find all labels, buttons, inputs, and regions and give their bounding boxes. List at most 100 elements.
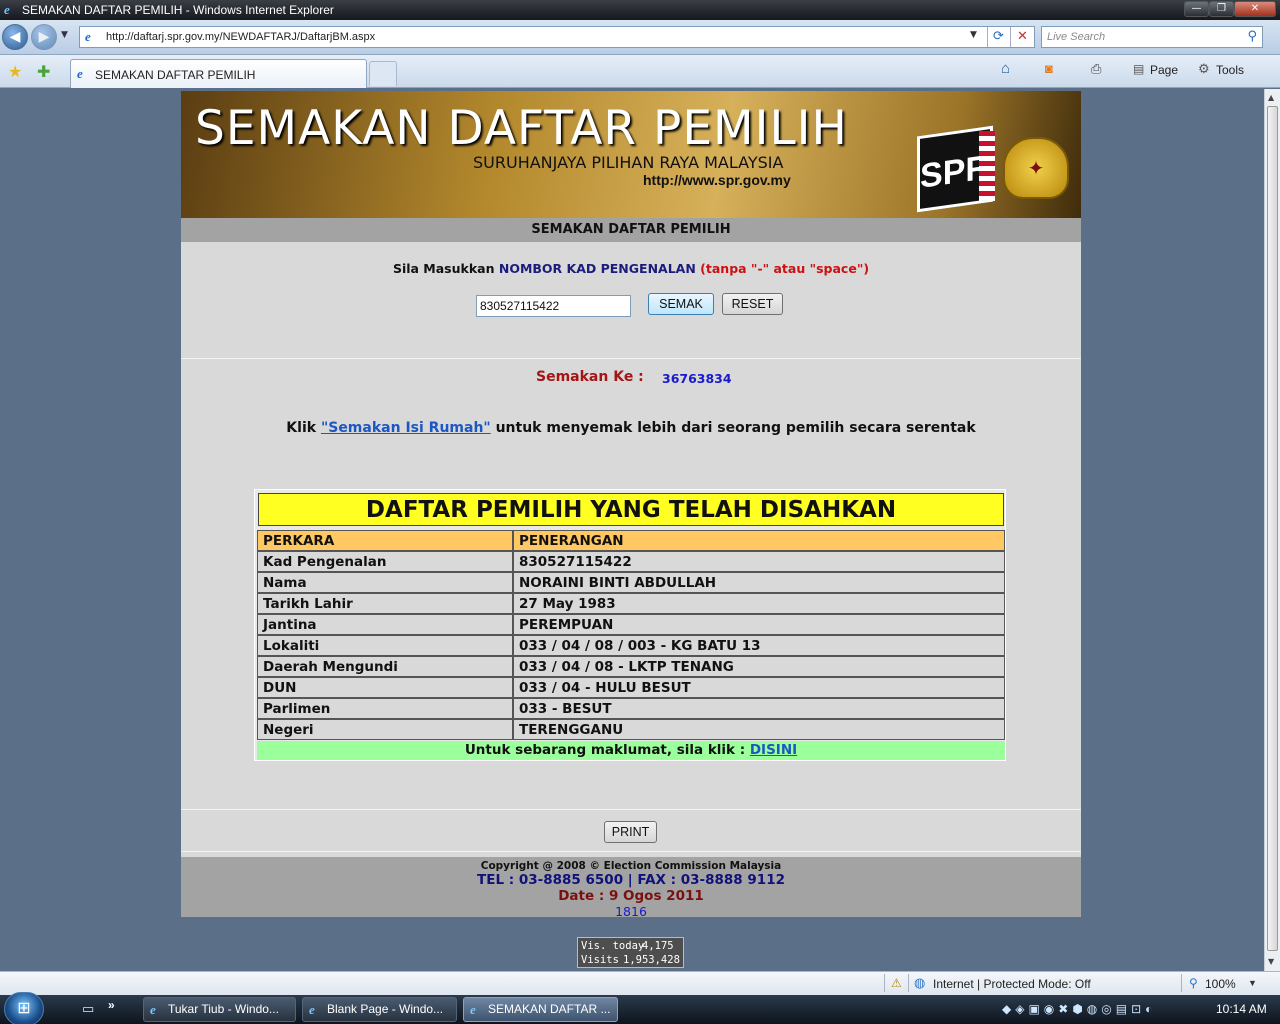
page-menu[interactable]: Page [1150, 63, 1178, 77]
prompt-hint: (tanpa "-" atau "space") [700, 261, 870, 276]
back-arrow-icon[interactable]: ◀ [2, 24, 28, 50]
tab-semakan[interactable]: e SEMAKAN DAFTAR PEMILIH [70, 59, 367, 88]
row-value: 033 / 04 / 08 - LKTP TENANG [513, 656, 1005, 677]
flag-icon [979, 131, 995, 201]
date-text: Date : 9 Ogos 2011 [558, 888, 704, 904]
table-row: Parlimen 033 - BESUT [257, 698, 1005, 719]
tools-gear-icon[interactable]: ⚙ [1198, 61, 1210, 77]
banner-website: http://www.spr.gov.my [643, 172, 791, 188]
disini-link[interactable]: DISINI [750, 742, 797, 758]
search-icon[interactable]: ⚲ [1247, 29, 1257, 44]
row-value: NORAINI BINTI ABDULLAH [513, 572, 1005, 593]
taskbar-item-label: SEMAKAN DAFTAR ... [488, 1002, 611, 1016]
prompt-field: NOMBOR KAD PENGENALAN [498, 261, 696, 276]
taskbar-item-label: Blank Page - Windo... [327, 1002, 444, 1016]
home-icon[interactable]: ⌂ [1001, 60, 1010, 77]
quick-launch-more-icon[interactable]: » [108, 998, 115, 1012]
row-value: TERENGGANU [513, 719, 1005, 740]
globe-icon: ◍ [914, 975, 926, 990]
refresh-icon[interactable]: ⟳ [987, 27, 1009, 47]
start-orb-icon[interactable]: ⊞ [4, 992, 44, 1024]
tab-toolbar: ★ ✚ e SEMAKAN DAFTAR PEMILIH ⌂ ◙ ⎙ ▤ Pag… [0, 55, 1280, 88]
table-row: Daerah Mengundi 033 / 04 / 08 - LKTP TEN… [257, 656, 1005, 677]
search-placeholder[interactable]: Live Search [1047, 31, 1105, 43]
semak-button[interactable]: SEMAK [648, 293, 714, 315]
system-tray[interactable]: ◆◈▣◉✖⬢◍◎▤⊡◐ [1002, 998, 1198, 1021]
add-favorites-icon[interactable]: ✚ [37, 62, 50, 81]
stop-icon[interactable]: ✕ [1010, 27, 1034, 47]
page-viewport: SEMAKAN DAFTAR PEMILIH SURUHANJAYA PILIH… [0, 89, 1264, 971]
household-prefix: Klik [286, 420, 317, 436]
spr-banner: SEMAKAN DAFTAR PEMILIH SURUHANJAYA PILIH… [181, 91, 1081, 218]
divider [181, 851, 1081, 852]
zoom-level[interactable]: 100% [1205, 977, 1236, 991]
status-bar: ⚠ ◍ Internet | Protected Mode: Off ⚲ 100… [0, 971, 1280, 995]
feeds-icon[interactable]: ◙ [1045, 61, 1053, 76]
visits-total-value: 1,953,428 [623, 954, 680, 966]
ic-prompt: Sila Masukkan NOMBOR KAD PENGENALAN (tan… [181, 261, 1081, 276]
scroll-thumb[interactable] [1267, 106, 1278, 951]
page-icon: e [85, 29, 91, 44]
close-window-button[interactable]: ✕ [1234, 1, 1276, 17]
row-label: Tarikh Lahir [257, 593, 513, 614]
table-row: Tarikh Lahir 27 May 1983 [257, 593, 1005, 614]
prompt-prefix: Sila Masukkan [392, 261, 495, 276]
print-button[interactable]: PRINT [604, 821, 657, 843]
taskbar-item-active[interactable]: e SEMAKAN DAFTAR ... [463, 997, 618, 1022]
favorites-star-icon[interactable]: ★ [8, 62, 22, 81]
address-bar[interactable]: e http://daftarj.spr.gov.my/NEWDAFTARJ/D… [79, 26, 1035, 48]
reset-button[interactable]: RESET [722, 293, 783, 315]
table-row: Kad Pengenalan 830527115422 [257, 551, 1005, 572]
history-dropdown-icon[interactable]: ▼ [61, 30, 68, 40]
household-link[interactable]: "Semakan Isi Rumah" [321, 420, 491, 436]
window-title-bar: e SEMAKAN DAFTAR PEMILIH - Windows Inter… [0, 0, 1280, 20]
taskbar-item[interactable]: e Tukar Tiub - Windo... [143, 997, 296, 1022]
table-row: DUN 033 / 04 - HULU BESUT [257, 677, 1005, 698]
ie-icon: e [77, 66, 83, 81]
row-label: Jantina [257, 614, 513, 635]
visit-counter[interactable]: Vis. today 4,175 Visits 1,953,428 [577, 937, 684, 968]
security-zone[interactable]: Internet | Protected Mode: Off [933, 977, 1091, 991]
taskbar-item[interactable]: e Blank Page - Windo... [302, 997, 457, 1022]
row-label: Parlimen [257, 698, 513, 719]
row-value: 033 / 04 / 08 / 003 - KG BATU 13 [513, 635, 1005, 656]
address-toolbar: ◀ ▶ ▼ e http://daftarj.spr.gov.my/NEWDAF… [0, 20, 1280, 55]
page-container: SEMAKAN DAFTAR PEMILIH SURUHANJAYA PILIH… [181, 91, 1081, 919]
forward-arrow-icon[interactable]: ▶ [31, 24, 57, 50]
row-label: DUN [257, 677, 513, 698]
scroll-up-icon[interactable]: ▲ [1268, 93, 1274, 102]
clock[interactable]: 10:14 AM [1216, 1002, 1267, 1016]
vertical-scrollbar[interactable]: ▲ ▼ [1264, 89, 1280, 971]
row-label: Daerah Mengundi [257, 656, 513, 677]
ie-icon: e [150, 1002, 156, 1017]
banner-subtitle: SURUHANJAYA PILIHAN RAYA MALAYSIA [473, 153, 784, 172]
maximize-button[interactable]: ❐ [1209, 1, 1234, 17]
table-row: Jantina PEREMPUAN [257, 614, 1005, 635]
counter-value: 36763834 [662, 371, 732, 386]
row-value: 830527115422 [513, 551, 1005, 572]
new-tab-button[interactable] [369, 61, 397, 86]
zoom-dropdown-icon[interactable]: ▼ [1248, 978, 1257, 988]
ic-number-input[interactable]: 830527115422 [476, 295, 631, 317]
tab-title: SEMAKAN DAFTAR PEMILIH [95, 68, 256, 82]
footer-number: 1816 [615, 904, 647, 919]
divider [1181, 974, 1182, 992]
address-dropdown-icon[interactable]: ▼ [970, 30, 977, 40]
row-value: PEREMPUAN [513, 614, 1005, 635]
tools-menu[interactable]: Tools [1216, 63, 1244, 77]
minimize-button[interactable]: — [1184, 1, 1209, 17]
taskbar-item-label: Tukar Tiub - Windo... [168, 1002, 279, 1016]
url-text[interactable]: http://daftarj.spr.gov.my/NEWDAFTARJ/Daf… [106, 31, 375, 43]
form-header: SEMAKAN DAFTAR PEMILIH [181, 218, 1081, 242]
page-icon[interactable]: ▤ [1133, 62, 1144, 76]
table-header-row: PERKARA PENERANGAN [257, 530, 1005, 551]
row-label: Nama [257, 572, 513, 593]
scroll-down-icon[interactable]: ▼ [1268, 957, 1274, 966]
print-icon[interactable]: ⎙ [1091, 61, 1101, 77]
search-box[interactable]: Live Search ⚲ [1041, 26, 1263, 48]
show-desktop-icon[interactable]: ▭ [82, 1001, 94, 1017]
info-text: Untuk sebarang maklumat, sila klik : [464, 742, 746, 758]
ie-icon: e [470, 1002, 476, 1017]
divider [181, 809, 1081, 810]
banner-title: SEMAKAN DAFTAR PEMILIH [195, 101, 848, 156]
